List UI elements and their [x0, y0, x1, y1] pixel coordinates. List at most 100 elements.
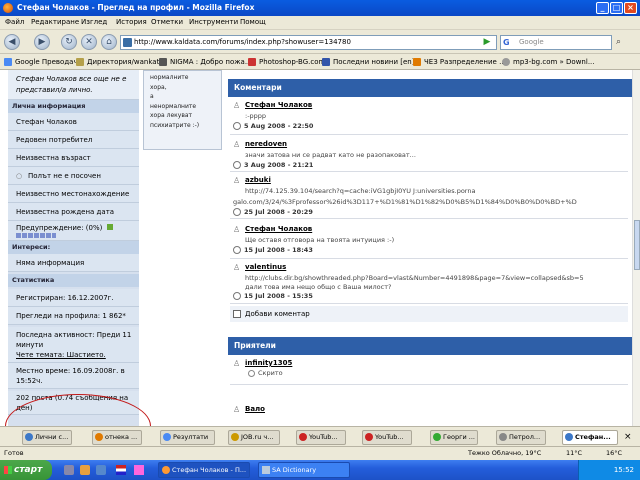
friends-header: Приятели [228, 337, 632, 355]
back-icon[interactable]: ◀ [4, 34, 20, 50]
browser-tab[interactable]: Резултати [160, 430, 215, 445]
comments-header: Коментари [228, 79, 632, 97]
url-input[interactable]: http://www.kaldata.com/forums/index.php?… [120, 35, 497, 50]
main-column: Коментари ♙ Стефан Чолаков :-рррр 5 Aug 2… [228, 70, 632, 426]
comment-author-link[interactable]: ♙ Стефан Чолаков [233, 225, 312, 234]
bookmark-item[interactable]: Photoshop-BG.com [248, 57, 325, 68]
browser-tab[interactable]: YouTub... [362, 430, 412, 445]
browser-tab-active[interactable]: Стефан... [562, 430, 618, 445]
cez-icon [413, 58, 421, 66]
close-button[interactable]: × [624, 2, 637, 14]
taskbar-task[interactable]: Стефан Чолаков - П... [158, 462, 250, 478]
bookmark-item[interactable]: ЧЕЗ Разпределение ... [413, 57, 506, 68]
info-row: Неизвестна рождена дата [8, 203, 139, 221]
comment-author-link[interactable]: ♙ Стефан Чолаков [233, 101, 312, 110]
go-icon[interactable]: ▶ [480, 36, 494, 48]
browser-tab[interactable]: JOB.ru ч... [228, 430, 280, 445]
comment-body: значи затова ни се радват като не разопа… [245, 151, 416, 159]
comment-date: 3 Aug 2008 - 21:21 [233, 161, 313, 169]
windows-taskbar: старт Стефан Чолаков - П... SA Dictionar… [0, 460, 640, 480]
tab-favicon-icon [25, 433, 33, 441]
comment-date: 25 Jul 2008 - 20:29 [233, 208, 313, 216]
profile-sidebar: Стефан Чолаков все още не е представил/а… [8, 70, 139, 426]
comment-author-link[interactable]: ♙ neredoven [233, 140, 287, 149]
browser-tab[interactable]: Георги ... [430, 430, 478, 445]
browser-tab[interactable]: Лични с... [22, 430, 72, 445]
quicklaunch-icon[interactable] [80, 465, 90, 475]
stop-icon[interactable]: ✕ [81, 34, 97, 50]
navigation-toolbar: ◀ ▶ ↻ ✕ ⌂ http://www.kaldata.com/forums/… [0, 30, 640, 54]
search-input[interactable]: G Google [500, 35, 612, 50]
forward-icon[interactable]: ▶ [34, 34, 50, 50]
menu-view[interactable]: Изглед [81, 18, 107, 26]
browser-tab[interactable]: Петрол... [496, 430, 546, 445]
browser-window: Стефан Чолаков - Преглед на профил - Moz… [0, 0, 640, 480]
clock-icon [233, 122, 241, 130]
friend-status: Скрито [258, 369, 283, 377]
reading-topic-link[interactable]: Чете темата: Шастието. [16, 350, 139, 360]
menu-help[interactable]: Помощ [240, 18, 266, 26]
tab-favicon-icon [163, 433, 171, 441]
vertical-scrollbar[interactable] [632, 70, 640, 426]
minimize-button[interactable]: _ [596, 2, 609, 14]
google-icon [4, 58, 12, 66]
bookmark-item[interactable]: Директория/wankata [76, 57, 164, 68]
dictionary-icon [262, 466, 270, 474]
tab-favicon-icon [365, 433, 373, 441]
user-icon: ♙ [233, 263, 241, 272]
comment-author-link[interactable]: ♙ valentinus [233, 263, 286, 272]
search-icon[interactable]: ⌕ [616, 37, 628, 48]
quicklaunch-icon[interactable] [134, 465, 144, 475]
clock-text[interactable]: 15:52 [614, 466, 634, 474]
comment-body: :-рррр [245, 112, 267, 120]
divider [230, 258, 628, 259]
friend-name-link[interactable]: ♙ infinity1305 [233, 359, 292, 368]
comment-author-link[interactable]: ♙ azbuki [233, 176, 271, 185]
warning-bar [16, 233, 56, 238]
start-button[interactable]: старт [0, 460, 52, 480]
reload-icon[interactable]: ↻ [61, 34, 77, 50]
menu-tools[interactable]: Инструменти [189, 18, 238, 26]
close-tab-icon[interactable]: × [624, 432, 632, 442]
friend-name-link[interactable]: ♙ Вало [233, 405, 265, 414]
home-icon[interactable]: ⌂ [101, 34, 117, 50]
browser-tab[interactable]: отнека ... [92, 430, 142, 445]
info-row: Неизвестна възраст [8, 149, 139, 167]
divider [230, 171, 628, 172]
menu-history[interactable]: История [116, 18, 147, 26]
quicklaunch-icon[interactable] [96, 465, 106, 475]
language-flag-icon[interactable] [116, 465, 126, 475]
photoshop-icon [248, 58, 256, 66]
nigma-icon [159, 58, 167, 66]
bookmark-item[interactable]: NIGMA : Добро пожа... [159, 57, 252, 68]
stat-row: Регистриран: 16.12.2007г. [8, 289, 139, 307]
warning-level-icon [106, 224, 113, 230]
info-row: ○ Полът не е посочен [8, 167, 139, 185]
bookmark-item[interactable]: Последни новини [en] [322, 57, 414, 68]
maximize-button[interactable]: □ [610, 2, 623, 14]
weather-text: Тежко Облачно, 19°C [468, 449, 542, 457]
info-row: Няма информация [8, 254, 139, 272]
menu-file[interactable]: Файл [5, 18, 24, 26]
bookmark-item[interactable]: Google Преводач [4, 57, 78, 68]
scrollbar-thumb[interactable] [634, 220, 640, 270]
signature-text: нормалните хора, а ненормалните хора лек… [150, 74, 200, 129]
comment-body: Ще оставя отговора на твоята интуиция :-… [245, 236, 395, 244]
menu-bookmarks[interactable]: Отметки [151, 18, 183, 26]
temp-text: 16°C [606, 449, 623, 457]
site-favicon-icon [123, 38, 132, 47]
comment-body: http://74.125.39.104/search?q=cache:iVG1… [245, 187, 476, 195]
status-text: Готов [4, 449, 24, 457]
stat-row: Прегледи на профила: 1 862* [8, 307, 139, 325]
url-text: http://www.kaldata.com/forums/index.php?… [134, 38, 351, 46]
user-icon: ♙ [233, 225, 241, 234]
bookmark-item[interactable]: mp3-bg.com » Downl... [502, 57, 595, 68]
taskbar-task[interactable]: SA Dictionary [258, 462, 350, 478]
comment-date: 15 Jul 2008 - 18:43 [233, 246, 313, 254]
gender-icon: ○ [16, 172, 23, 180]
add-comment-button[interactable]: Добави коментар [230, 306, 628, 322]
tab-favicon-icon [565, 433, 573, 441]
quicklaunch-icon[interactable] [64, 465, 74, 475]
browser-tab[interactable]: YouTub... [296, 430, 346, 445]
menu-edit[interactable]: Редактиране [31, 18, 79, 26]
